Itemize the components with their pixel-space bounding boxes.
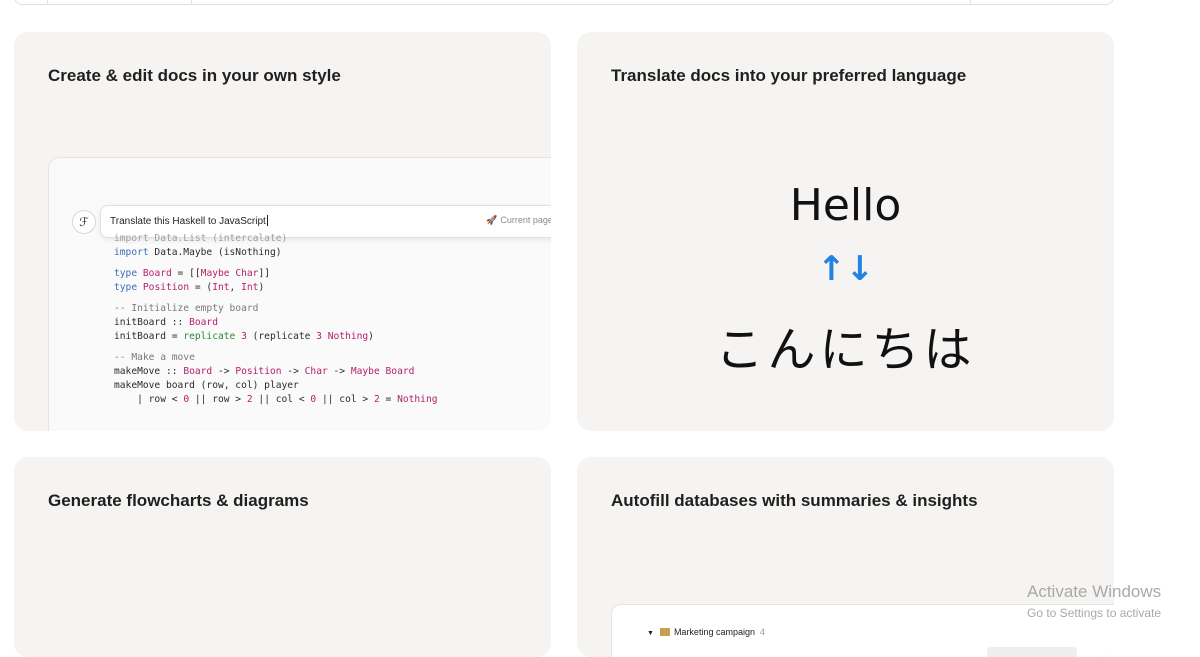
code-line: initBoard = replicate 3 (replicate 3 Not…: [114, 331, 374, 342]
feature-card-autofill: Autofill databases with summaries & insi…: [577, 457, 1114, 657]
code-line: initBoard :: Board: [114, 317, 218, 328]
code-line: import Data.Maybe (isNothing): [114, 247, 282, 258]
card-title: Translate docs into your preferred langu…: [611, 66, 967, 85]
code-line: type Position = (Int, Int): [114, 282, 265, 293]
rocket-icon: 🚀: [486, 215, 498, 225]
prompt-text: Translate this Haskell to JavaScript: [110, 215, 268, 227]
code-snippet: import Data.List (intercalate) import Da…: [114, 232, 551, 407]
scope-label: Current page: [500, 215, 551, 225]
card-title: Autofill databases with summaries & insi…: [611, 491, 978, 510]
code-line: | row < 0 || row > 2 || col < 0 || col >…: [114, 394, 438, 405]
code-line: type Board = [[Maybe Char]]: [114, 268, 270, 279]
card-title: Generate flowcharts & diagrams: [48, 491, 309, 510]
scope-selector[interactable]: 🚀Current page ⌄: [486, 215, 551, 226]
toolbar-divider: [970, 0, 971, 4]
group-count: 4: [759, 627, 765, 637]
toolbar-divider: [191, 0, 192, 4]
folder-icon: [659, 628, 670, 636]
toolbar-divider: [47, 0, 48, 4]
database-chip: [987, 647, 1077, 657]
group-name: Marketing campaign: [673, 627, 755, 637]
text-caret: [266, 215, 268, 226]
source-text: Hello: [789, 180, 902, 231]
code-line: import Data.List (intercalate): [114, 233, 288, 244]
translated-text: こんにちは: [715, 322, 976, 378]
feature-card-edit-docs: Create & edit docs in your own style ℱ T…: [14, 32, 551, 431]
swap-arrows-icon: ↑↓: [817, 249, 874, 289]
card-title: Create & edit docs in your own style: [48, 66, 341, 85]
code-line: -- Initialize empty board: [114, 303, 259, 314]
code-line: -- Make a move: [114, 352, 195, 363]
database-group-row[interactable]: ▼ Marketing campaign 4: [647, 627, 765, 637]
ai-pen-icon: ℱ: [72, 210, 96, 234]
top-toolbar-fragment: [14, 0, 1114, 5]
triangle-down-icon[interactable]: ▼: [647, 630, 654, 637]
code-line: makeMove board (row, col) player: [114, 380, 299, 391]
feature-card-translate: Translate docs into your preferred langu…: [577, 32, 1114, 431]
feature-card-flowcharts: Generate flowcharts & diagrams: [14, 457, 551, 657]
code-line: makeMove :: Board -> Position -> Char ->…: [114, 366, 415, 377]
